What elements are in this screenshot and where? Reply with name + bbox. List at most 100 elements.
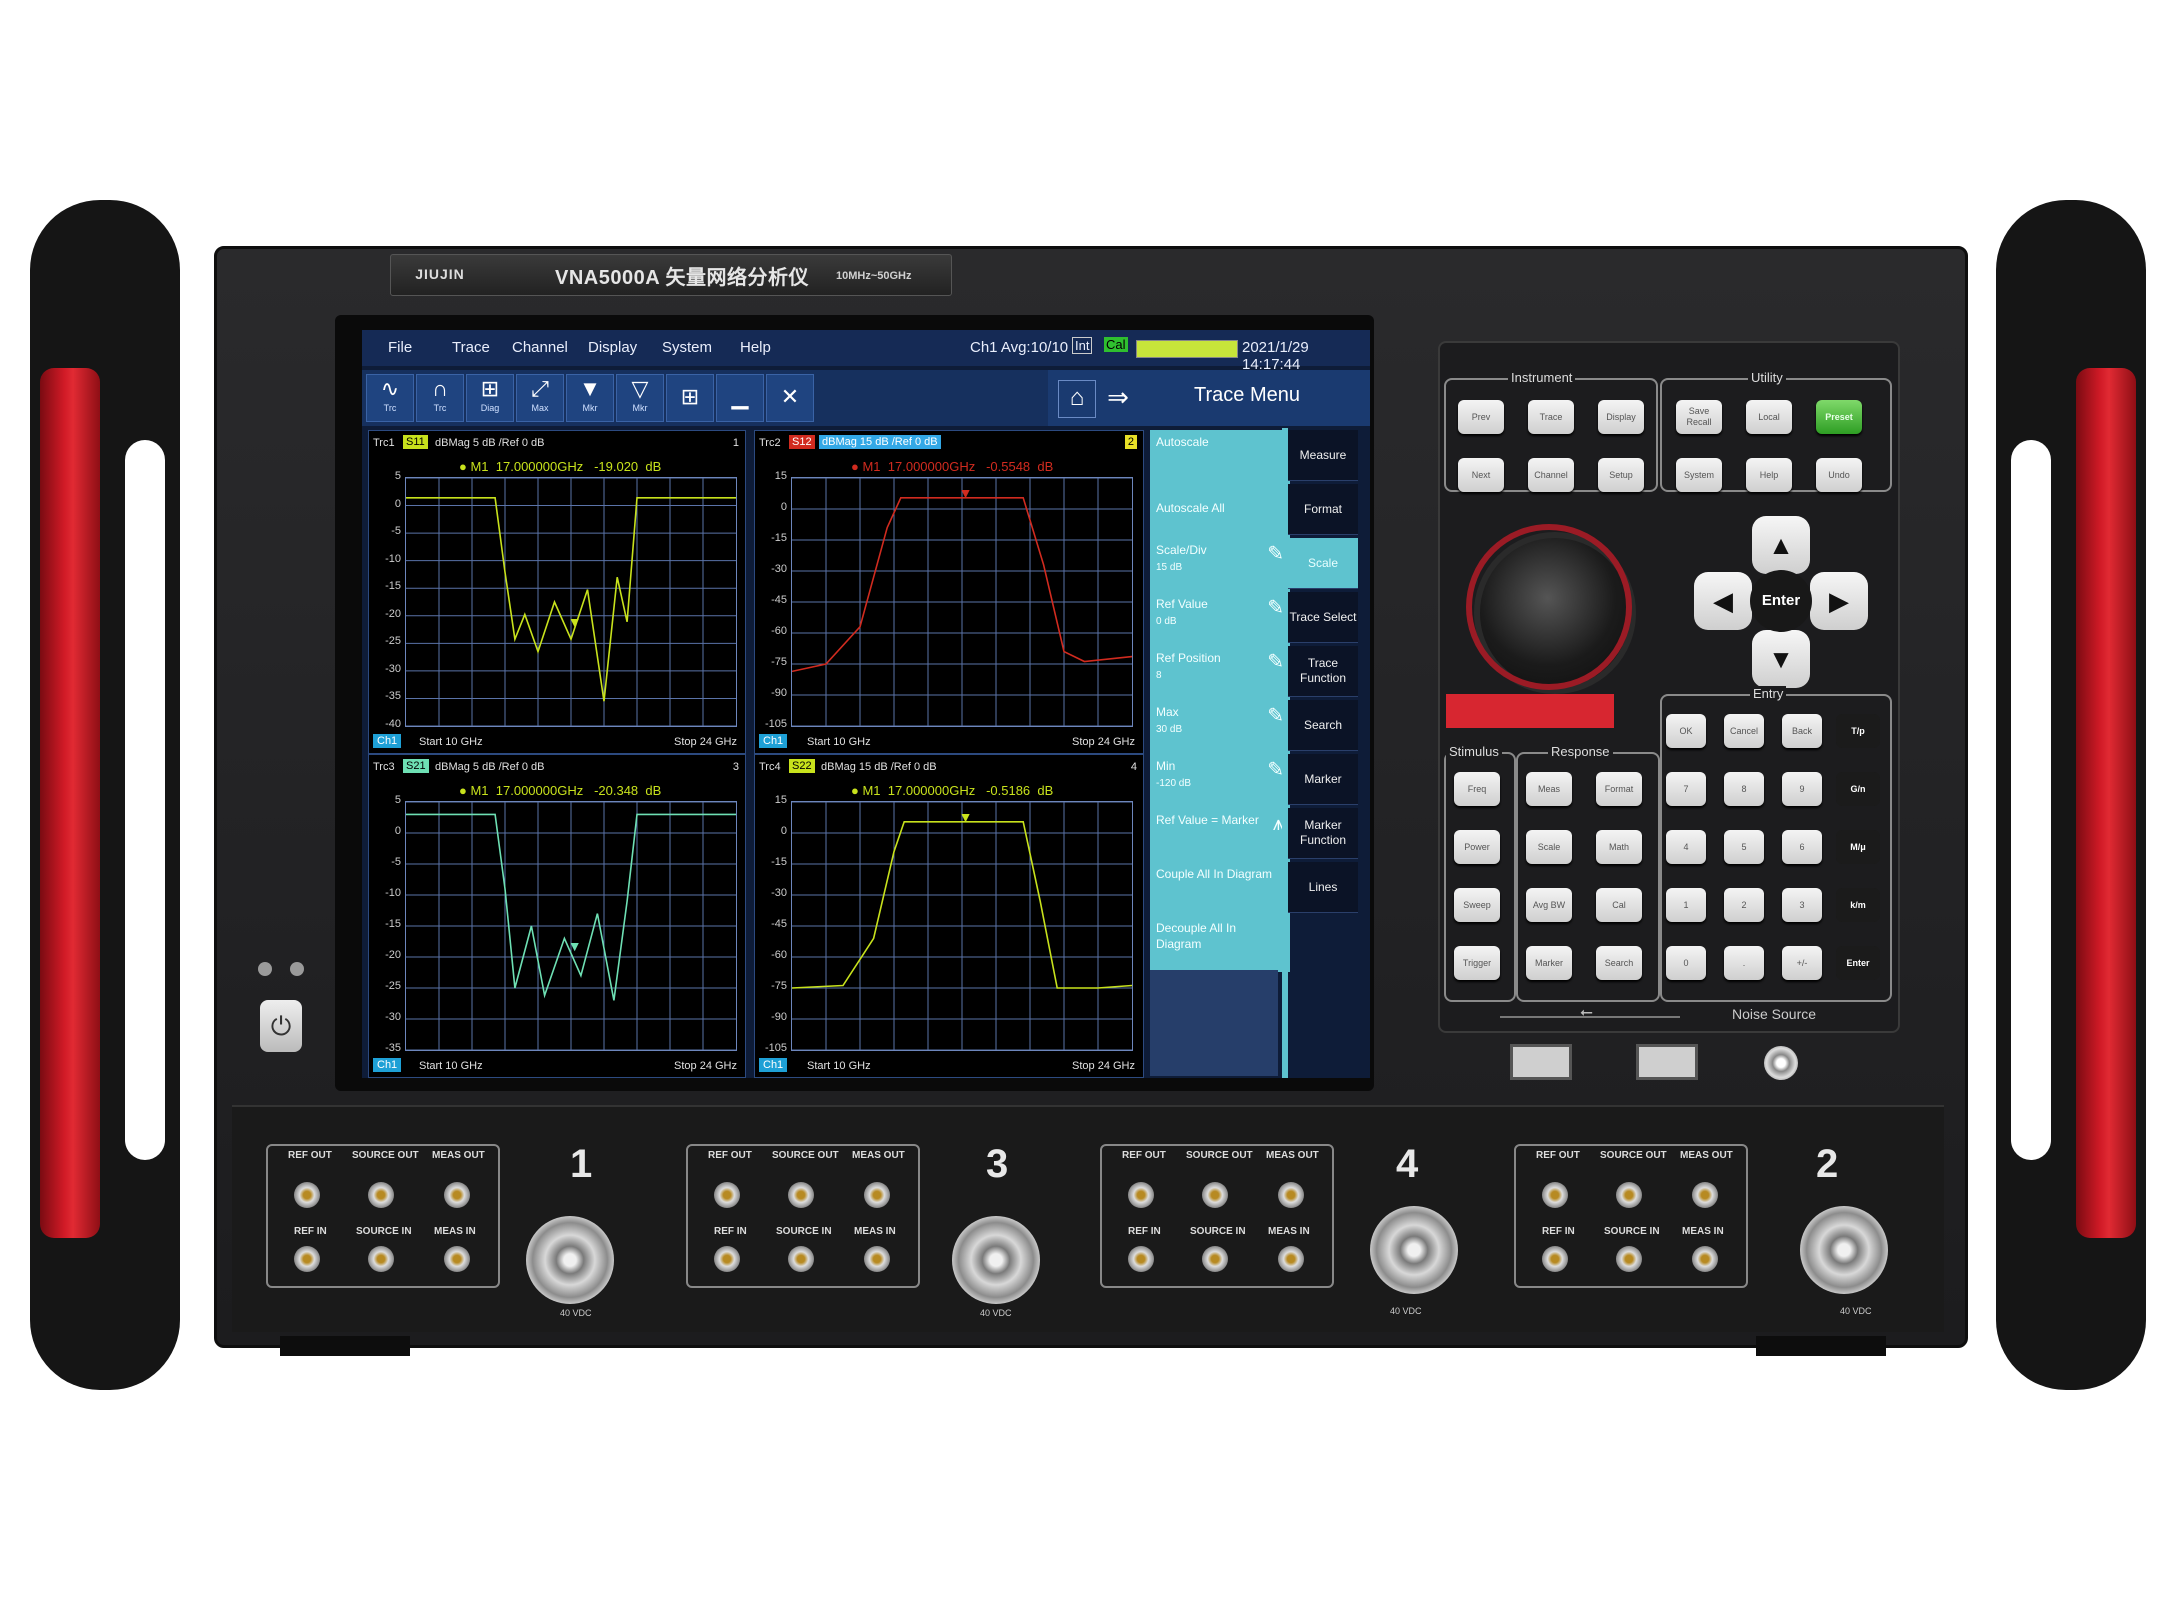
power-key[interactable]: Power [1454, 830, 1500, 864]
diagram-4[interactable]: Trc4 S22 dBMag 15 dB /Ref 0 dB 4 ● M1 17… [754, 754, 1144, 1078]
unit-k-m-key[interactable]: k/m [1836, 888, 1880, 922]
menu-search[interactable]: Search [1288, 700, 1358, 751]
meas-key[interactable]: Meas [1526, 772, 1572, 806]
sma-connector[interactable] [1692, 1182, 1718, 1208]
menu-scale[interactable]: Scale [1288, 538, 1358, 589]
sma-connector[interactable] [1616, 1246, 1642, 1272]
freq-key[interactable]: Freq [1454, 772, 1500, 806]
sma-connector[interactable] [864, 1182, 890, 1208]
cancel-key[interactable]: Cancel [1724, 714, 1764, 748]
unit-m-u-key[interactable]: M/μ [1836, 830, 1880, 864]
menu-measure[interactable]: Measure [1288, 430, 1358, 481]
windows-button[interactable]: ⊞ [666, 374, 714, 422]
decimal-key[interactable]: . [1724, 946, 1764, 980]
digit-3-key[interactable]: 3 [1782, 888, 1822, 922]
sma-connector[interactable] [1542, 1246, 1568, 1272]
digit-6-key[interactable]: 6 [1782, 830, 1822, 864]
digit-7-key[interactable]: 7 [1666, 772, 1706, 806]
channel-key[interactable]: Channel [1528, 458, 1574, 492]
digit-2-key[interactable]: 2 [1724, 888, 1764, 922]
sma-connector[interactable] [1278, 1246, 1304, 1272]
remove-marker-button[interactable]: ▽ Mkr [616, 374, 664, 422]
remove-trace-button[interactable]: ∩ Trc [416, 374, 464, 422]
digit-1-key[interactable]: 1 [1666, 888, 1706, 922]
add-trace-button[interactable]: ∿ Trc [366, 374, 414, 422]
softkey-scale-div[interactable]: Scale/Div 15 dB ✎ [1150, 538, 1290, 594]
diagram-button[interactable]: ⊞ Diag [466, 374, 514, 422]
scale-key[interactable]: Scale [1526, 830, 1572, 864]
sma-connector[interactable] [1278, 1182, 1304, 1208]
menu-lines[interactable]: Lines [1288, 862, 1358, 913]
menu-marker-function[interactable]: Marker Function [1288, 808, 1358, 859]
softkey-ref-value[interactable]: Ref Value 0 dB ✎ [1150, 592, 1290, 648]
search-key[interactable]: Search [1596, 946, 1642, 980]
sma-connector[interactable] [444, 1246, 470, 1272]
sweep-key[interactable]: Sweep [1454, 888, 1500, 922]
entry-enter-key[interactable]: Enter [1836, 946, 1880, 980]
softkey-ref-value-marker[interactable]: Ref Value = Marker ⩚ [1150, 808, 1290, 864]
unit-t-p-key[interactable]: T/p [1836, 714, 1880, 748]
diagram-1[interactable]: Trc1 S11 dBMag 5 dB /Ref 0 dB 1 ● M1 17.… [368, 430, 746, 754]
format-key[interactable]: Format [1596, 772, 1642, 806]
minimize-button[interactable]: ▁ [716, 374, 764, 422]
digit-4-key[interactable]: 4 [1666, 830, 1706, 864]
display-key[interactable]: Display [1598, 400, 1644, 434]
sma-connector[interactable] [294, 1246, 320, 1272]
sma-connector[interactable] [788, 1246, 814, 1272]
up-arrow-key[interactable]: ▲ [1752, 516, 1810, 574]
ok-key[interactable]: OK [1666, 714, 1706, 748]
marker-key[interactable]: Marker [1526, 946, 1572, 980]
sma-connector[interactable] [714, 1182, 740, 1208]
math-key[interactable]: Math [1596, 830, 1642, 864]
trace-key[interactable]: Trace [1528, 400, 1574, 434]
right-arrow-key[interactable]: ▶ [1810, 572, 1868, 630]
port-3-connector[interactable] [952, 1216, 1040, 1304]
usb-port-1[interactable] [1510, 1044, 1572, 1080]
sma-connector[interactable] [1692, 1246, 1718, 1272]
forward-icon[interactable]: ⇒ [1100, 380, 1136, 416]
menu-help[interactable]: Help [740, 339, 771, 356]
diagram-2[interactable]: Trc2 S12 dBMag 15 dB /Ref 0 dB 2 ● M1 17… [754, 430, 1144, 754]
sma-connector[interactable] [1128, 1246, 1154, 1272]
sma-connector[interactable] [368, 1246, 394, 1272]
menu-format[interactable]: Format [1288, 484, 1358, 535]
unit-g-n-key[interactable]: G/n [1836, 772, 1880, 806]
nav-enter-key[interactable]: Enter [1750, 570, 1812, 632]
port-2-connector[interactable] [1800, 1206, 1888, 1294]
softkey-decouple-all[interactable]: Decouple All In Diagram [1150, 916, 1290, 972]
left-arrow-key[interactable]: ◀ [1694, 572, 1752, 630]
help-key[interactable]: Help [1746, 458, 1792, 492]
menu-file[interactable]: File [388, 339, 412, 356]
home-icon[interactable]: ⌂ [1058, 380, 1096, 418]
menu-display[interactable]: Display [588, 339, 637, 356]
digit-5-key[interactable]: 5 [1724, 830, 1764, 864]
next-key[interactable]: Next [1458, 458, 1504, 492]
power-button[interactable]: ⏻ [260, 1000, 302, 1052]
close-button[interactable]: ✕ [766, 374, 814, 422]
sma-connector[interactable] [1202, 1246, 1228, 1272]
port-4-connector[interactable] [1370, 1206, 1458, 1294]
noise-source-connector[interactable] [1764, 1046, 1798, 1080]
softkey-min[interactable]: Min -120 dB ✎ [1150, 754, 1290, 810]
usb-port-2[interactable] [1636, 1044, 1698, 1080]
menu-trace-select[interactable]: Trace Select [1288, 592, 1358, 643]
maximize-button[interactable]: ⤢ Max [516, 374, 564, 422]
sma-connector[interactable] [1202, 1182, 1228, 1208]
sma-connector[interactable] [444, 1182, 470, 1208]
softkey-autoscale[interactable]: Autoscale [1150, 430, 1290, 486]
menu-trace[interactable]: Trace [452, 339, 490, 356]
softkey-couple-all[interactable]: Couple All In Diagram [1150, 862, 1290, 918]
sma-connector[interactable] [788, 1182, 814, 1208]
menu-trace-function[interactable]: Trace Function [1288, 646, 1358, 697]
sma-connector[interactable] [368, 1182, 394, 1208]
sma-connector[interactable] [1542, 1182, 1568, 1208]
sma-connector[interactable] [864, 1246, 890, 1272]
port-1-connector[interactable] [526, 1216, 614, 1304]
digit-8-key[interactable]: 8 [1724, 772, 1764, 806]
system-key[interactable]: System [1676, 458, 1722, 492]
cal-key[interactable]: Cal [1596, 888, 1642, 922]
sma-connector[interactable] [1128, 1182, 1154, 1208]
down-arrow-key[interactable]: ▼ [1752, 630, 1810, 688]
sma-connector[interactable] [1616, 1182, 1642, 1208]
digit-0-key[interactable]: 0 [1666, 946, 1706, 980]
